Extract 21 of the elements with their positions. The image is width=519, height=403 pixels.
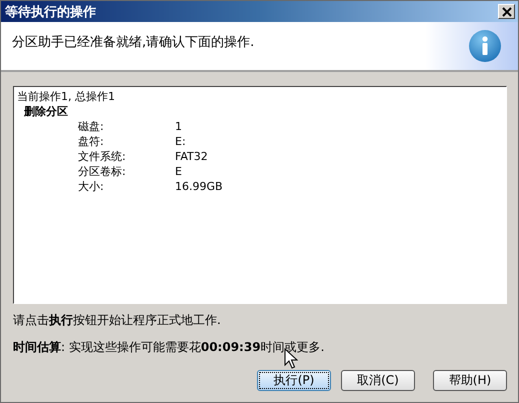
close-button[interactable] (498, 4, 515, 19)
field-value: 1 (175, 119, 182, 134)
field-label: 分区卷标: (78, 164, 127, 179)
instruction-text: 请点击执行按钮开始让程序正式地工作. (13, 312, 222, 329)
dialog-button[interactable]: 帮助(H) (433, 370, 507, 391)
field-label: 磁盘: (78, 119, 105, 134)
field-label: 大小: (78, 179, 105, 194)
field-value: E: (175, 134, 186, 149)
dialog-button[interactable]: 取消(C) (341, 370, 415, 391)
field-label: 盘符: (78, 134, 105, 149)
header-message: 分区助手已经准备就绪,请确认下面的操作. (12, 34, 254, 51)
field-value: E (175, 164, 182, 179)
dialog-button[interactable]: 执行(P) (257, 370, 331, 391)
field-label: 文件系统: (78, 149, 127, 164)
operation-summary: 当前操作1, 总操作1 (17, 89, 115, 104)
info-icon (468, 29, 502, 63)
field-value: 16.99GB (175, 179, 223, 194)
field-value: FAT32 (175, 149, 208, 164)
window-title: 等待执行的操作 (5, 4, 96, 20)
close-icon (502, 6, 512, 16)
operation-title: 删除分区 (24, 104, 68, 119)
